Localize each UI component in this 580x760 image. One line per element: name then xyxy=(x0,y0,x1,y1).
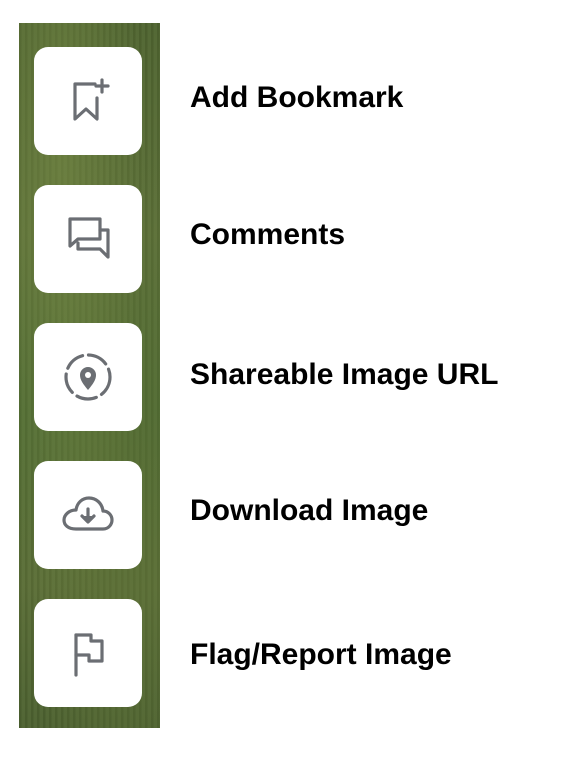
download-image-button[interactable] xyxy=(34,461,142,569)
bookmark-add-icon xyxy=(58,71,118,131)
comments-icon xyxy=(58,209,118,269)
flag-report-image-button[interactable] xyxy=(34,599,142,707)
flag-icon xyxy=(58,623,118,683)
flag-report-image-label: Flag/Report Image xyxy=(190,638,452,671)
comments-button[interactable] xyxy=(34,185,142,293)
shareable-image-url-label: Shareable Image URL xyxy=(190,358,499,391)
shareable-image-url-button[interactable] xyxy=(34,323,142,431)
download-image-label: Download Image xyxy=(190,494,429,527)
comments-label: Comments xyxy=(190,218,346,251)
add-bookmark-label: Add Bookmark xyxy=(190,81,404,114)
location-pin-icon xyxy=(58,347,118,407)
add-bookmark-button[interactable] xyxy=(34,47,142,155)
cloud-download-icon xyxy=(58,485,118,545)
